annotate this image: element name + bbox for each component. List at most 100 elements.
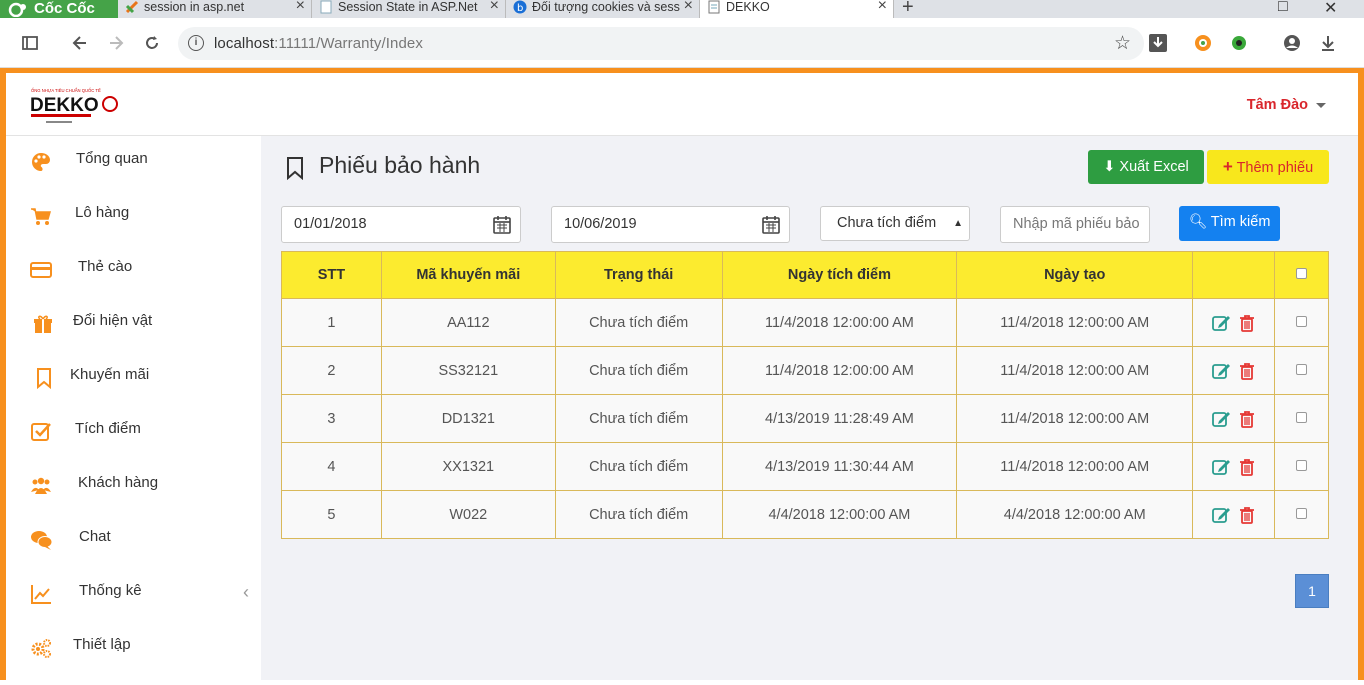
sidebar-item-lo-hang[interactable]: Lô hàng [6,190,261,244]
table-row: 1 AA112 Chưa tích điểm 11/4/2018 12:00:00 A… [281,298,1329,347]
caret-down-icon [1316,102,1326,108]
sidebar-item-tich-diem[interactable]: Tích điểm [6,406,261,460]
sidebar-item-khach-hang[interactable]: Khách hàng [6,460,261,514]
sidebar-item-thiet-lap[interactable]: Thiết lập [6,622,261,676]
forward-icon[interactable] [106,33,126,53]
from-date-input[interactable]: 01/01/2018 [281,206,521,243]
main-content: Phiếu bảo hành ⬇ Xuất Excel + Thêm phiếu… [261,136,1358,685]
user-menu[interactable]: Tâm Đào [1247,97,1326,113]
url-path: :11111/Warranty/Index [274,35,423,52]
line-chart-icon [31,585,51,604]
users-icon [31,477,51,494]
tab-session-state[interactable]: Session State in ASP.Net × [312,0,506,18]
sidebar-item-label: Tổng quan [76,150,148,167]
trash-icon[interactable] [1237,409,1257,429]
edit-icon[interactable] [1211,457,1231,477]
trash-icon[interactable] [1237,313,1257,333]
sidebar-toggle-icon[interactable] [20,33,40,53]
tab-cookies[interactable]: b Đối tượng cookies và sess × [506,0,700,18]
to-date-input[interactable]: 10/06/2019 [551,206,790,243]
calendar-icon[interactable] [492,215,512,235]
edit-icon[interactable] [1211,505,1231,525]
search-icon: 🔍︎ [1188,214,1208,230]
sidebar-item-label: Tích điểm [75,420,141,437]
browser-tab-bar: Cốc Cốc session in asp.net × Session Sta… [0,0,1364,18]
cell-status: Chưa tích điểm [554,442,723,491]
address-toolbar: i localhost:11111/Warranty/Index ☆ [0,18,1364,68]
tab-dekko[interactable]: DEKKO × [700,0,894,18]
url-text[interactable]: localhost:11111/Warranty/Index [214,35,423,52]
window-close-icon[interactable]: ✕ [1324,0,1337,18]
coccoc-brand[interactable]: Cốc Cốc [0,0,118,18]
reload-icon[interactable] [142,33,162,53]
download-icon: ⬇ [1103,159,1116,175]
sidebar-item-chat[interactable]: Chat [6,514,261,568]
pagination-page-1[interactable]: 1 [1295,574,1329,608]
trash-icon[interactable] [1237,361,1257,381]
col-select-all [1274,251,1329,299]
maximize-icon[interactable]: □ [1278,0,1288,16]
profile-icon[interactable] [1282,33,1302,53]
svg-text:b: b [517,3,523,14]
close-icon[interactable]: × [490,0,499,14]
cell-points-date: 11/4/2018 12:00:00 AM [721,346,958,395]
col-status: Trạng thái [554,251,723,299]
cell-stt: 5 [281,490,382,539]
row-checkbox[interactable] [1296,315,1307,327]
tab-title: Session State in ASP.Net [338,0,478,14]
download-box-icon[interactable] [1148,33,1168,53]
sidebar-item-label: Thiết lập [73,636,131,653]
sidebar-item-khuyen-mai[interactable]: Khuyến mãi [6,352,261,406]
trash-icon[interactable] [1237,505,1257,525]
close-icon[interactable]: × [684,0,693,14]
svg-text:ỐNG NHỰA TIÊU CHUẨN QUỐC TẾ: ỐNG NHỰA TIÊU CHUẨN QUỐC TẾ [31,88,101,93]
coccoc-logo-icon [8,2,26,17]
info-icon[interactable]: i [188,35,204,51]
page-title-text: Phiếu bảo hành [319,152,481,178]
edit-icon[interactable] [1211,361,1231,381]
table-header-row: STT Mã khuyến mãi Trạng thái Ngày tích đ… [281,251,1329,299]
tab-title: DEKKO [726,0,770,14]
col-code: Mã khuyến mãi [380,251,556,299]
edit-icon[interactable] [1211,409,1231,429]
search-button[interactable]: 🔍︎ Tìm kiếm [1179,206,1280,241]
cell-stt: 1 [281,298,382,347]
dekko-logo[interactable]: ỐNG NHỰA TIÊU CHUẨN QUỐC TẾ DEKKO [30,87,122,127]
table-row: 5 W022 Chưa tích điểm 4/4/2018 12:00:00 AM 4… [281,490,1329,539]
trash-icon[interactable] [1237,457,1257,477]
row-checkbox[interactable] [1296,411,1307,423]
sidebar-item-tong-quan[interactable]: Tổng quan [6,136,261,190]
bookmark-icon [37,368,51,389]
new-tab-button[interactable]: + [902,0,914,19]
cell-created-date: 11/4/2018 12:00:00 AM [956,442,1194,491]
calendar-icon[interactable] [761,215,781,235]
add-label: Thêm phiếu [1236,160,1314,176]
select-all-checkbox[interactable] [1296,268,1307,279]
cell-stt: 4 [281,442,382,491]
status-select[interactable]: Chưa tích điểm ▲ [820,206,970,241]
tab-session-asp[interactable]: session in asp.net × [118,0,312,18]
bookmark-star-icon[interactable]: ☆ [1114,32,1131,55]
sidebar-item-doi-hien-vat[interactable]: Đổi hiện vật [6,298,261,352]
row-checkbox[interactable] [1296,459,1307,471]
user-name: Tâm Đào [1246,97,1308,113]
row-checkbox[interactable] [1296,363,1307,375]
sidebar-item-the-cao[interactable]: Thẻ cào [6,244,261,298]
sidebar-item-thong-ke[interactable]: Thống kê ‹ [6,568,261,622]
search-label: Tìm kiếm [1210,214,1271,230]
back-icon[interactable] [70,33,90,53]
row-checkbox[interactable] [1296,507,1307,519]
add-ticket-button[interactable]: + Thêm phiếu [1207,150,1329,184]
coccoc-extension-icon[interactable] [1193,33,1213,53]
bookmark-icon [287,157,303,180]
close-icon[interactable]: × [296,0,305,14]
download-icon[interactable] [1318,33,1338,53]
address-bar[interactable]: i localhost:11111/Warranty/Index ☆ [178,27,1144,60]
close-icon[interactable]: × [878,0,887,14]
puzzle-extension-icon[interactable] [1229,33,1249,53]
code-search-input[interactable]: Nhập mã phiếu bảo [1000,206,1150,243]
logo-text: DEKKO [30,95,99,116]
edit-icon[interactable] [1211,313,1231,333]
export-excel-button[interactable]: ⬇ Xuất Excel [1088,150,1204,184]
col-actions [1192,251,1276,299]
